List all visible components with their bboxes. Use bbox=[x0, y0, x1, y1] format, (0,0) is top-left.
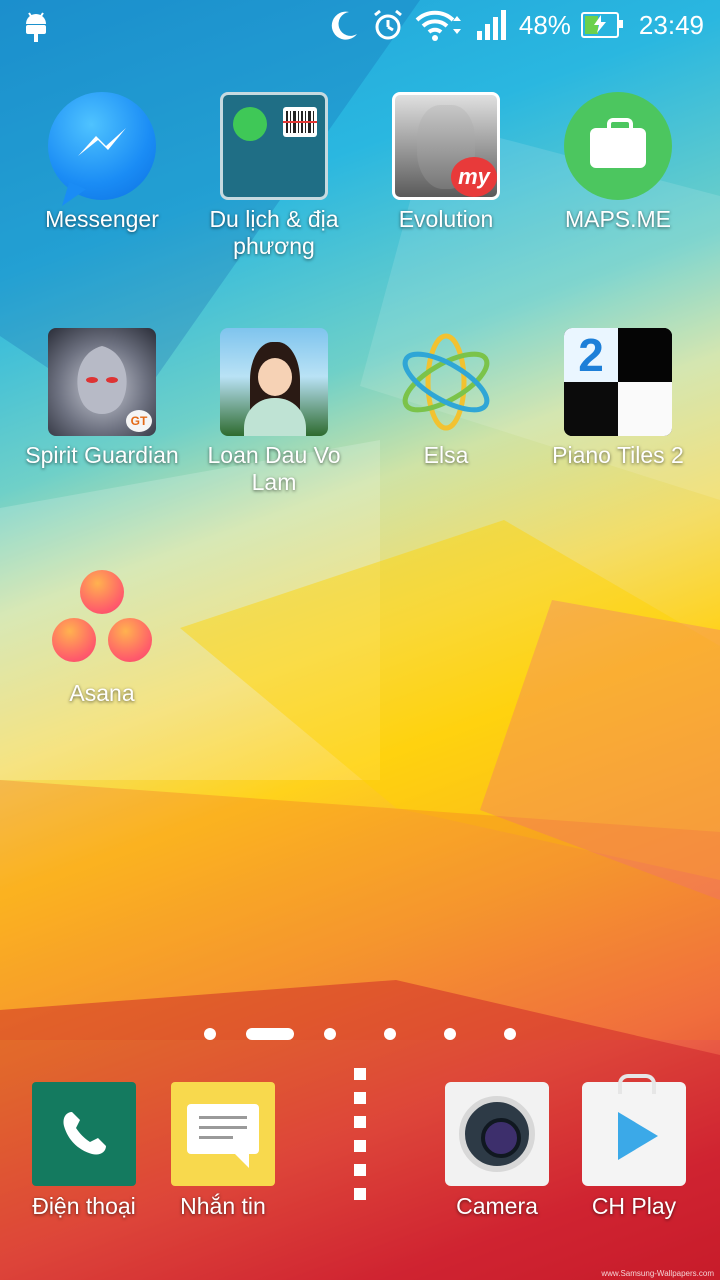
page-indicator[interactable] bbox=[0, 1027, 720, 1041]
dock-label: Điện thoại bbox=[32, 1193, 136, 1219]
dock-camera[interactable]: Camera bbox=[422, 1082, 572, 1220]
piano-tiles-icon: 2 bbox=[564, 328, 672, 436]
camera-lens bbox=[459, 1096, 535, 1172]
dock-phone[interactable]: Điện thoại bbox=[9, 1082, 159, 1220]
bag-handle bbox=[618, 1074, 656, 1094]
wallpaper-credit: www.Samsung-Wallpapers.com bbox=[601, 1269, 714, 1278]
play-triangle-icon bbox=[618, 1112, 658, 1160]
page-dot[interactable] bbox=[444, 1028, 456, 1040]
android-icon bbox=[22, 8, 50, 47]
battery-percent: 48% bbox=[518, 9, 571, 40]
wifi-icon bbox=[415, 8, 465, 42]
app-label: Spirit Guardian bbox=[25, 442, 179, 468]
black-tile bbox=[618, 328, 672, 382]
page-dot[interactable] bbox=[504, 1028, 516, 1040]
wallpaper-facet bbox=[0, 780, 720, 1040]
dock-play-store[interactable]: CH Play bbox=[559, 1074, 709, 1220]
asana-dot bbox=[52, 618, 96, 662]
folder-icon bbox=[220, 92, 328, 200]
dock-messages[interactable]: Nhắn tin bbox=[148, 1082, 298, 1220]
gt-tag: GT bbox=[126, 410, 152, 432]
folder-du-lich[interactable]: Du lịch & địa phương bbox=[189, 92, 359, 260]
app-loan-dau-vo-lam[interactable]: Loan Dau Vo Lam bbox=[189, 328, 359, 496]
camera-icon bbox=[445, 1082, 549, 1186]
app-label: MAPS.ME bbox=[564, 206, 672, 232]
evolution-icon: my bbox=[392, 92, 500, 200]
maps-me-icon bbox=[564, 92, 672, 200]
status-bar: 48% 23:49 bbox=[0, 0, 720, 50]
messenger-icon bbox=[48, 92, 156, 200]
wallpaper-facet bbox=[180, 520, 720, 880]
text-line bbox=[199, 1136, 233, 1139]
alarm-icon bbox=[371, 8, 405, 42]
dock-label: CH Play bbox=[591, 1193, 677, 1219]
wallpaper-facet bbox=[480, 600, 720, 900]
character-face bbox=[258, 358, 292, 396]
battery-charging-icon bbox=[580, 12, 623, 38]
elsa-icon bbox=[392, 328, 500, 436]
text-line bbox=[199, 1126, 247, 1129]
my-badge: my bbox=[451, 157, 497, 197]
app-label: Elsa bbox=[423, 442, 469, 468]
play-store-icon bbox=[582, 1074, 686, 1186]
moon-icon bbox=[327, 8, 361, 42]
text-line bbox=[199, 1116, 247, 1119]
phone-icon bbox=[32, 1082, 136, 1186]
app-elsa[interactable]: Elsa bbox=[361, 328, 531, 469]
page-dot[interactable] bbox=[324, 1028, 336, 1040]
dock-label: Camera bbox=[456, 1193, 538, 1219]
white-tile bbox=[618, 382, 672, 436]
suitcase-icon bbox=[590, 118, 646, 168]
app-evolution[interactable]: my Evolution bbox=[361, 92, 531, 233]
app-asana[interactable]: Asana bbox=[17, 566, 187, 707]
dock-label: Nhắn tin bbox=[180, 1193, 266, 1219]
app-piano-tiles[interactable]: 2 Piano Tiles 2 bbox=[533, 328, 703, 469]
message-bubble bbox=[187, 1104, 259, 1168]
black-tile bbox=[564, 382, 618, 436]
app-spirit-guardian[interactable]: GT Spirit Guardian bbox=[17, 328, 187, 469]
asana-dot bbox=[108, 618, 152, 662]
barcode-mini-icon bbox=[283, 107, 317, 137]
app-label: Loan Dau Vo Lam bbox=[207, 442, 341, 495]
page-dot[interactable] bbox=[204, 1028, 216, 1040]
maps-mini-icon bbox=[233, 107, 267, 141]
clock: 23:49 bbox=[638, 9, 704, 40]
loan-dau-vo-lam-icon bbox=[220, 328, 328, 436]
folder-label: Du lịch & địa phương bbox=[209, 206, 339, 259]
app-label: Messenger bbox=[45, 206, 159, 232]
app-label: Piano Tiles 2 bbox=[552, 442, 684, 468]
app-label: Asana bbox=[69, 680, 135, 706]
spirit-guardian-icon: GT bbox=[48, 328, 156, 436]
asana-icon bbox=[48, 566, 156, 674]
app-drawer-icon bbox=[308, 1068, 412, 1200]
signal-icon bbox=[475, 9, 509, 41]
number-tile: 2 bbox=[564, 328, 618, 382]
app-messenger[interactable]: Messenger bbox=[17, 92, 187, 233]
app-maps-me[interactable]: MAPS.ME bbox=[533, 92, 703, 233]
asana-dot bbox=[80, 570, 124, 614]
app-label: Evolution bbox=[398, 206, 494, 232]
messages-icon bbox=[171, 1082, 275, 1186]
page-dot-active[interactable] bbox=[246, 1028, 294, 1040]
dock-app-drawer[interactable] bbox=[285, 1068, 435, 1200]
page-dot[interactable] bbox=[384, 1028, 396, 1040]
